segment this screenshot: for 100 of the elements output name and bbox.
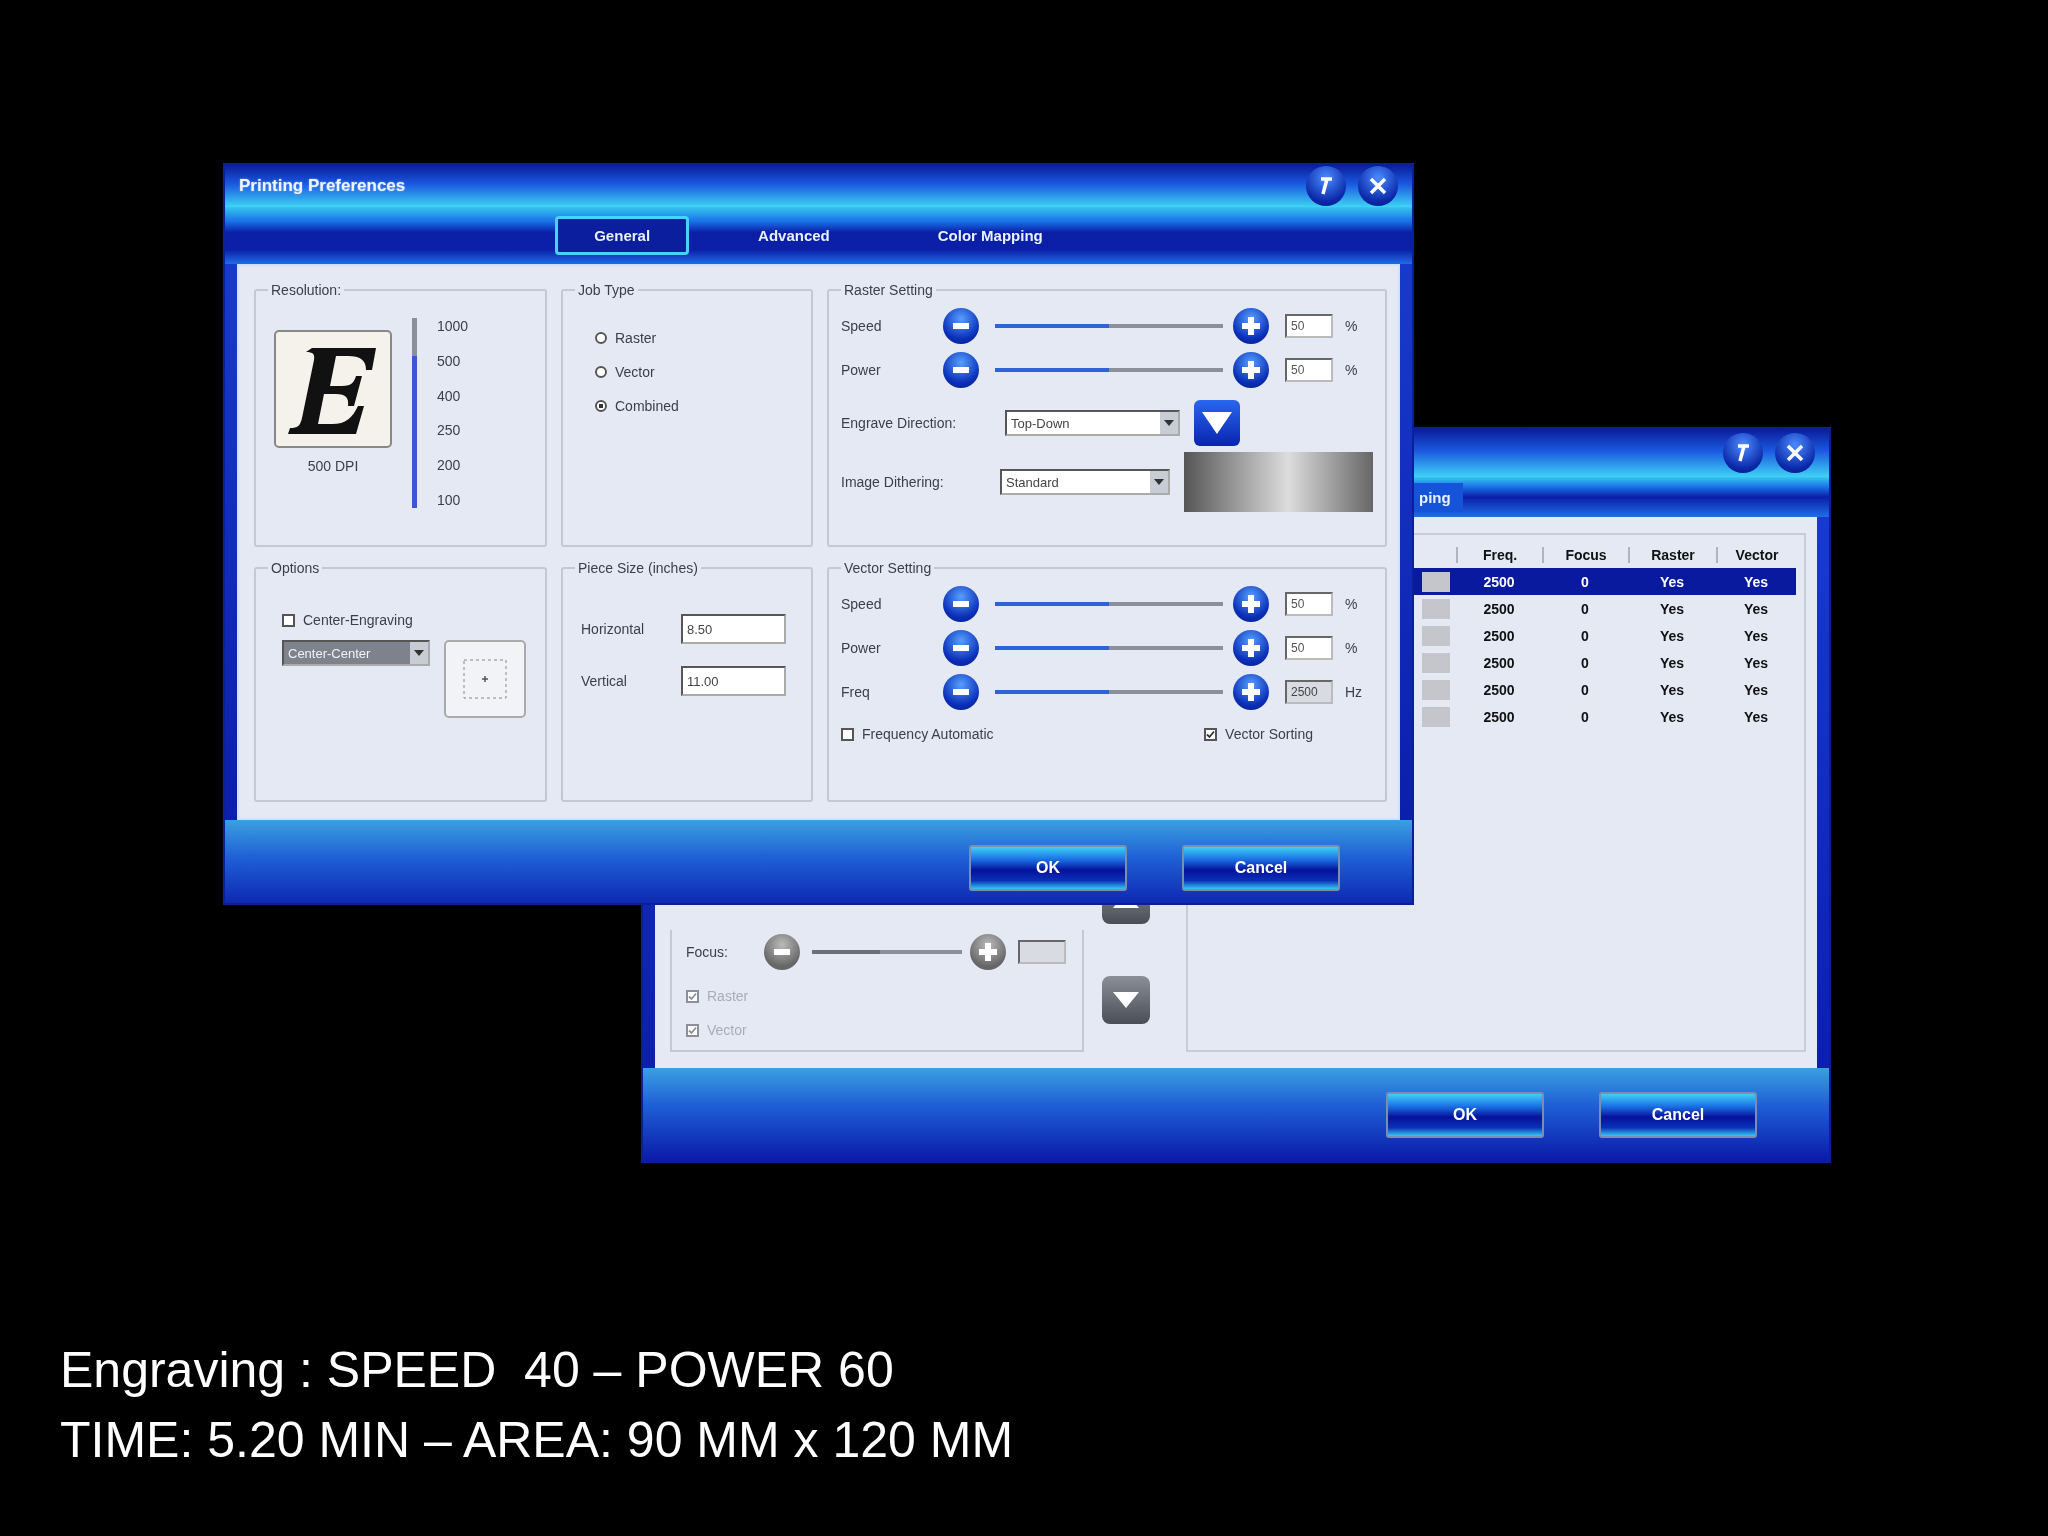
table-cell-text: 2500 <box>1482 573 1516 590</box>
dialog-button[interactable]: OK <box>1386 1091 1544 1138</box>
table-cell-text: 2500 <box>1482 600 1516 617</box>
direction-button[interactable] <box>1194 400 1240 446</box>
column-header[interactable]: Vector <box>1716 546 1796 563</box>
increase-button[interactable] <box>1233 674 1269 710</box>
value-field[interactable]: 50 <box>1285 592 1333 616</box>
slider-label: Speed <box>841 318 883 334</box>
position-icon <box>444 640 526 718</box>
tab[interactable]: Advanced <box>719 216 869 255</box>
group-title: Options <box>270 560 321 576</box>
caret-icon <box>414 650 424 656</box>
resolution-slider[interactable] <box>412 318 417 508</box>
check-icon <box>1206 729 1216 739</box>
color-swatch <box>1422 652 1450 673</box>
slider[interactable] <box>995 324 1223 328</box>
dropdown[interactable]: Standard <box>1000 469 1170 495</box>
increase-button[interactable] <box>1233 352 1269 388</box>
checkbox-label: Vector Sorting <box>1225 726 1313 742</box>
plus-icon <box>1242 683 1260 701</box>
decrease-button[interactable] <box>943 352 979 388</box>
unit-label: % <box>1345 362 1359 378</box>
checkbox-label: Raster <box>707 988 749 1004</box>
plus-icon <box>1242 317 1260 335</box>
dpi-label: 500 DPI <box>307 458 359 474</box>
slider-label: Power <box>841 640 882 656</box>
dropdown[interactable]: Top-Down <box>1005 410 1180 436</box>
slider-label: Freq <box>841 684 871 700</box>
value-field[interactable]: 50 <box>1285 314 1333 338</box>
checkbox[interactable] <box>282 613 295 627</box>
input-field[interactable]: 8.50 <box>681 614 786 644</box>
minus-icon <box>953 645 969 651</box>
table-cell-text: Yes <box>1658 627 1686 644</box>
plus-icon <box>1242 639 1260 657</box>
close-button[interactable] <box>1775 433 1815 473</box>
unit-label: % <box>1345 640 1359 656</box>
table-cell-text: Yes <box>1742 681 1770 698</box>
minus-icon <box>953 367 969 373</box>
decrease-button[interactable] <box>943 674 979 710</box>
minus-icon <box>953 601 969 607</box>
slider[interactable] <box>812 950 962 954</box>
table-cell-text: Yes <box>1742 600 1770 617</box>
decrease-button[interactable] <box>943 586 979 622</box>
increase-button[interactable] <box>1233 586 1269 622</box>
check-icon <box>688 991 697 1001</box>
minus-icon <box>953 323 969 329</box>
value-field[interactable]: 50 <box>1285 358 1333 382</box>
table-cell-text: Yes <box>1658 600 1686 617</box>
column-header[interactable]: Raster <box>1628 546 1716 563</box>
dialog-button[interactable]: Cancel <box>1599 1091 1757 1138</box>
slider[interactable] <box>995 368 1223 372</box>
radio-label: Vector <box>615 364 655 380</box>
checkbox[interactable] <box>1204 727 1218 741</box>
help-button[interactable] <box>1306 166 1346 206</box>
slider[interactable] <box>995 602 1223 606</box>
down-arrow-icon <box>1113 992 1139 1008</box>
tab[interactable]: General <box>555 216 690 255</box>
increase-button[interactable] <box>1233 630 1269 666</box>
column-header[interactable]: Focus <box>1542 546 1628 563</box>
table-cell-text: Yes <box>1742 708 1770 725</box>
radio-button[interactable] <box>595 332 607 344</box>
table-cell-text: Yes <box>1742 627 1770 644</box>
decrease-button[interactable] <box>943 308 979 344</box>
table-cell-text: 2500 <box>1482 627 1516 644</box>
table-cell-text: Yes <box>1658 573 1686 590</box>
color-swatch <box>1422 706 1450 727</box>
minus-icon <box>774 949 790 955</box>
decrease-button[interactable] <box>943 630 979 666</box>
input-field[interactable]: 11.00 <box>681 666 786 696</box>
color-swatch <box>1422 598 1450 619</box>
dialog-button[interactable]: OK <box>969 844 1127 891</box>
close-icon <box>1784 442 1806 464</box>
slider-label: Speed <box>841 596 883 612</box>
check-icon <box>688 1025 697 1035</box>
column-header[interactable]: Freq. <box>1456 546 1542 563</box>
slider[interactable] <box>995 690 1223 694</box>
close-button[interactable] <box>1358 166 1398 206</box>
tab[interactable]: Color Mapping <box>898 216 1082 255</box>
help-button[interactable] <box>1723 433 1763 473</box>
table-cell-text: 0 <box>1580 708 1590 725</box>
tick-label: 100 <box>437 492 462 508</box>
caption-text: TIME: 5.20 MIN – AREA: 90 MM x 120 MM <box>60 1411 1015 1470</box>
table-cell-text: 2500 <box>1482 654 1516 671</box>
unit-label: Hz <box>1345 684 1364 700</box>
slider-label: Power <box>841 362 882 378</box>
field-label: Vertical <box>581 673 628 689</box>
slider[interactable] <box>995 646 1223 650</box>
table-cell-text: 0 <box>1580 681 1590 698</box>
tick-label: 400 <box>437 387 462 404</box>
table-cell-text: 0 <box>1580 654 1590 671</box>
checkbox[interactable] <box>841 727 854 741</box>
table-cell-text: 2500 <box>1482 681 1516 698</box>
radio-button[interactable] <box>595 400 607 412</box>
dialog-button[interactable]: Cancel <box>1182 844 1340 891</box>
color-swatch <box>1422 625 1450 646</box>
radio-button[interactable] <box>595 366 607 378</box>
move-down-button[interactable] <box>1102 976 1150 1024</box>
value-field[interactable]: 50 <box>1285 636 1333 660</box>
unit-label: % <box>1345 596 1359 612</box>
increase-button[interactable] <box>1233 308 1269 344</box>
